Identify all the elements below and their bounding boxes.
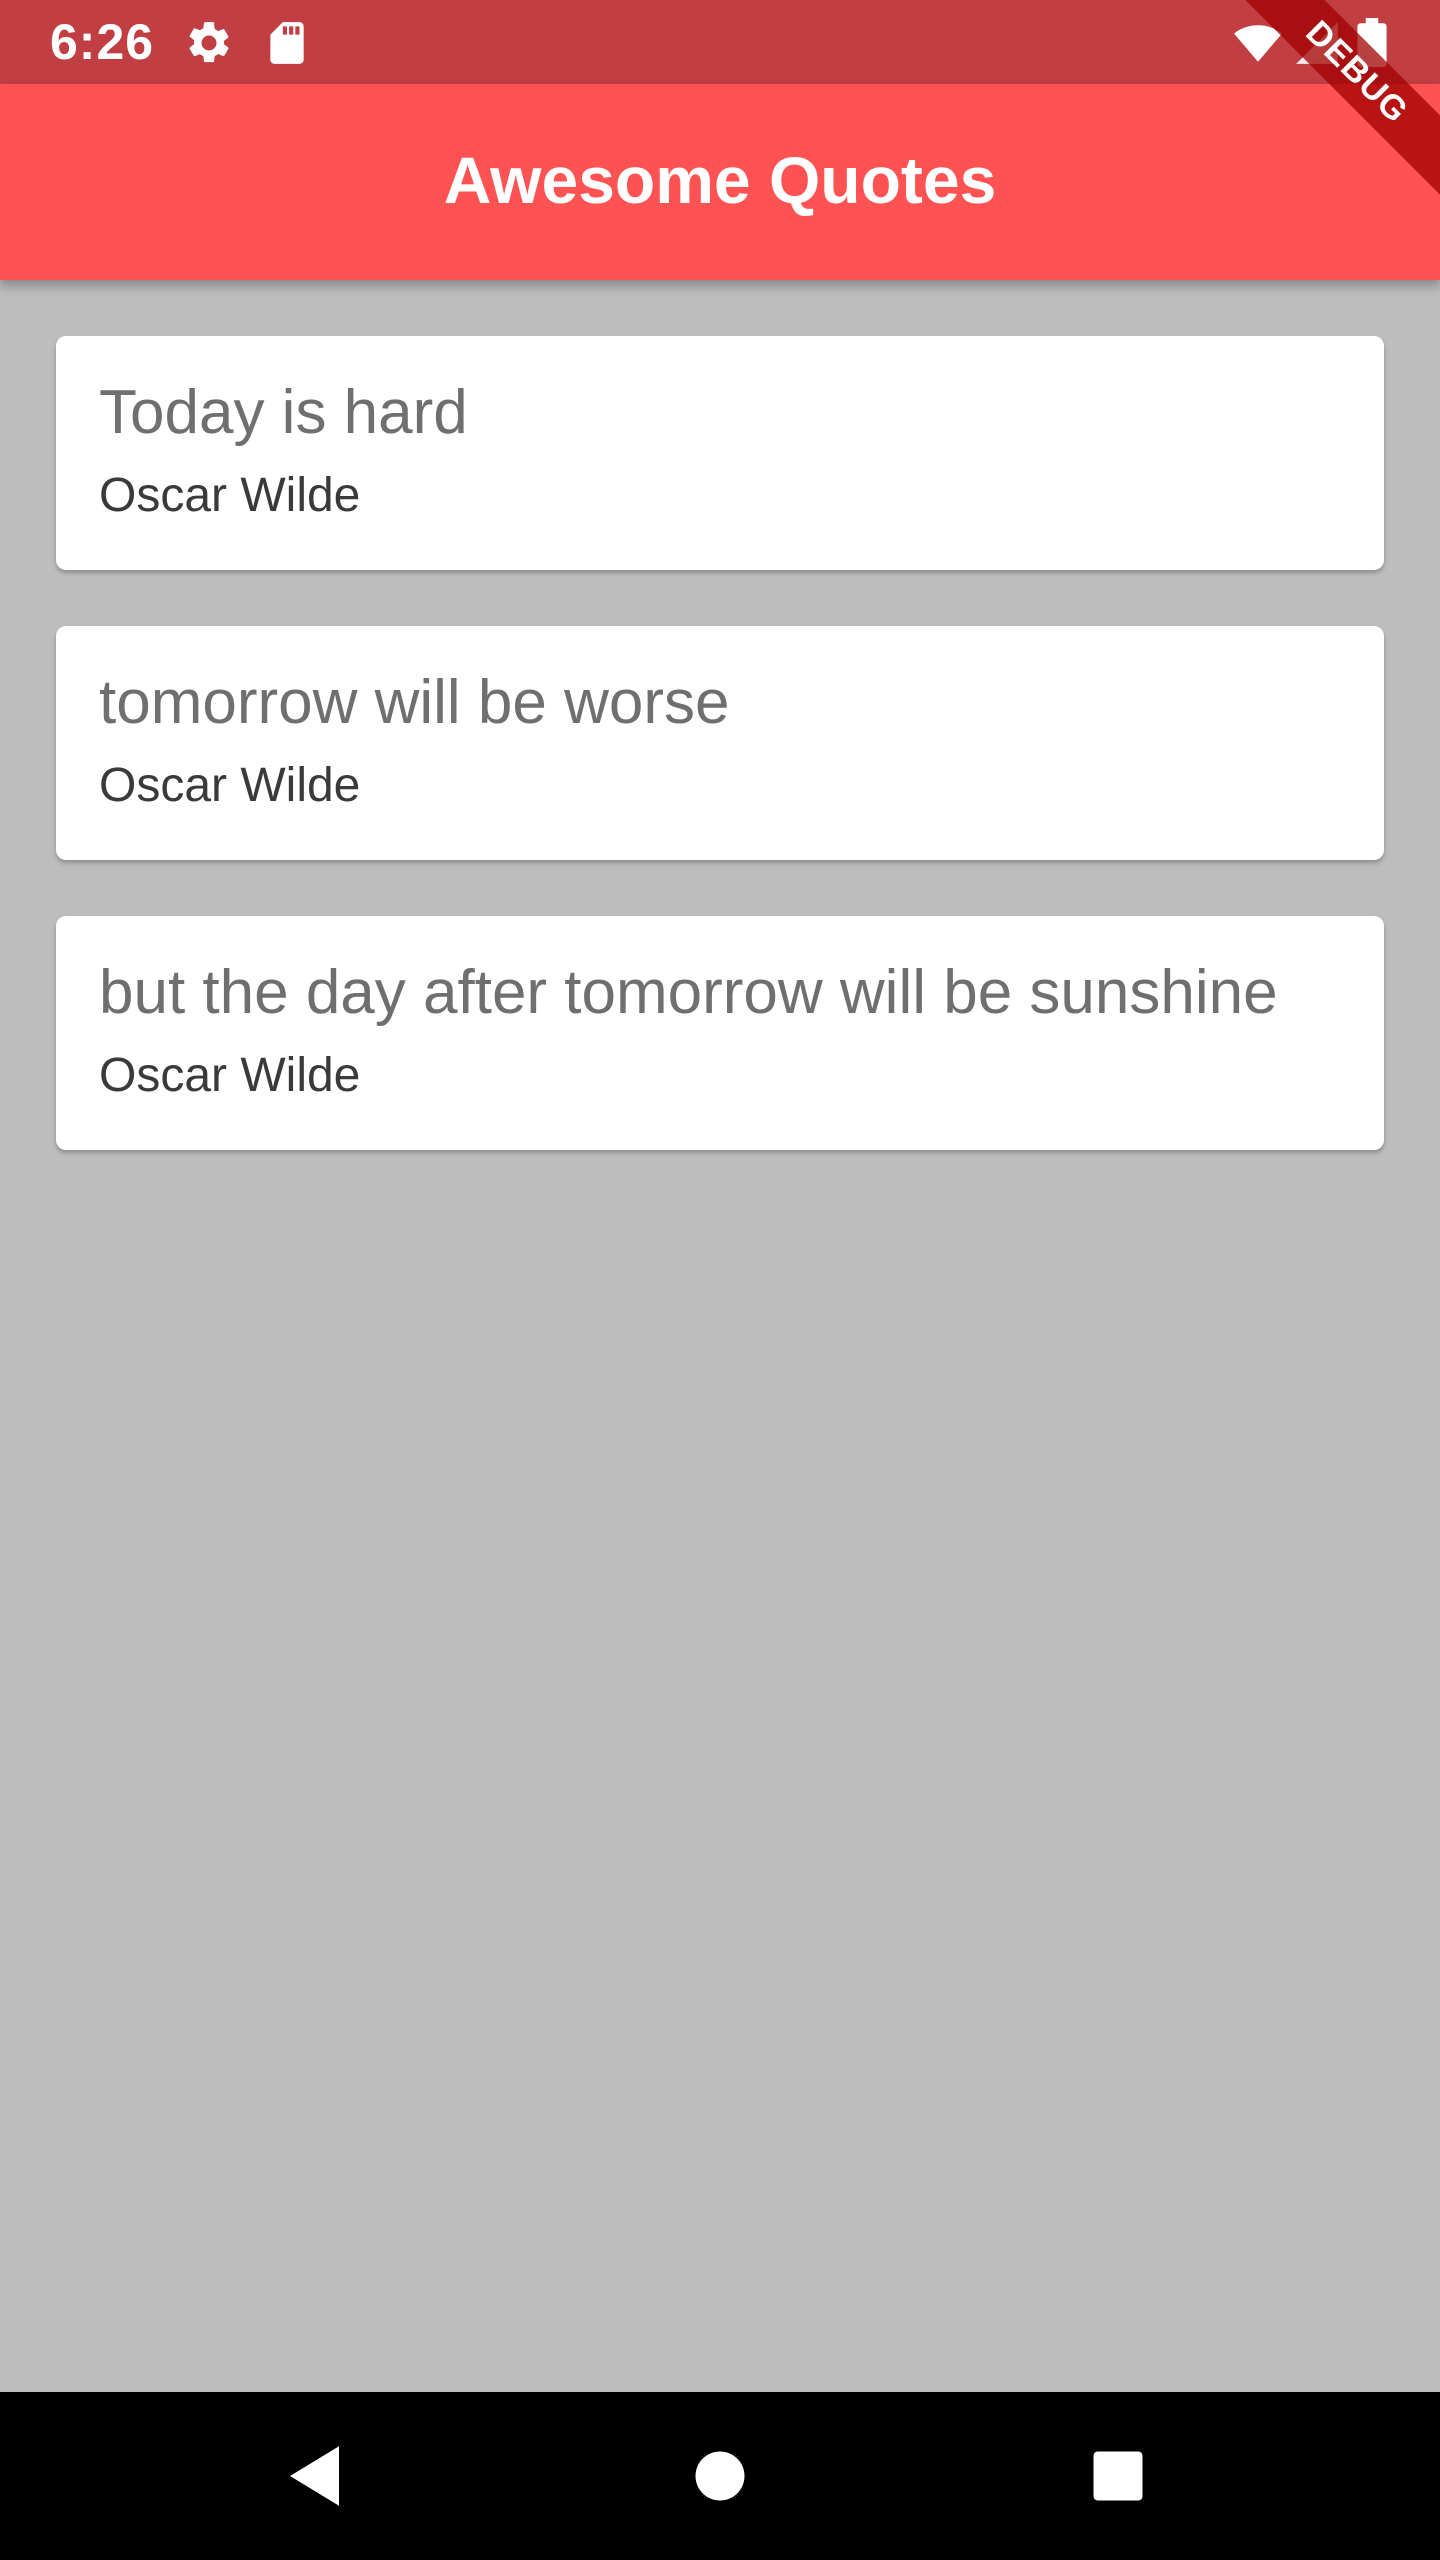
battery-icon	[1357, 18, 1387, 67]
cell-signal-icon	[1296, 22, 1338, 64]
sd-card-icon	[270, 22, 304, 64]
quote-author: Oscar Wilde	[99, 469, 361, 522]
quote-text: Today is hard	[99, 378, 468, 447]
settings-icon	[189, 22, 229, 63]
navigation-bar	[0, 2392, 1440, 2560]
quote-text: but the day after tomorrow will be sunsh…	[99, 958, 1278, 1027]
app-title: Awesome Quotes	[443, 143, 997, 217]
home-icon[interactable]	[678, 2434, 762, 2518]
app-bar: Awesome Quotes	[0, 84, 1440, 280]
status-time: 6:26	[50, 14, 155, 70]
app-screen: 6:26 Awesome Quotes DEBUG Today is hard …	[0, 0, 1440, 2560]
recents-icon[interactable]	[1076, 2434, 1160, 2518]
quote-author: Oscar Wilde	[99, 759, 361, 812]
back-icon[interactable]	[276, 2434, 360, 2518]
quote-card[interactable]: Today is hard Oscar Wilde	[56, 336, 1384, 570]
quote-card[interactable]: but the day after tomorrow will be sunsh…	[56, 916, 1384, 1150]
quote-card[interactable]: tomorrow will be worse Oscar Wilde	[56, 626, 1384, 860]
wifi-icon	[1234, 25, 1282, 62]
quote-text: tomorrow will be worse	[99, 668, 730, 737]
quote-author: Oscar Wilde	[99, 1049, 361, 1102]
status-bar: 6:26	[0, 0, 1440, 84]
